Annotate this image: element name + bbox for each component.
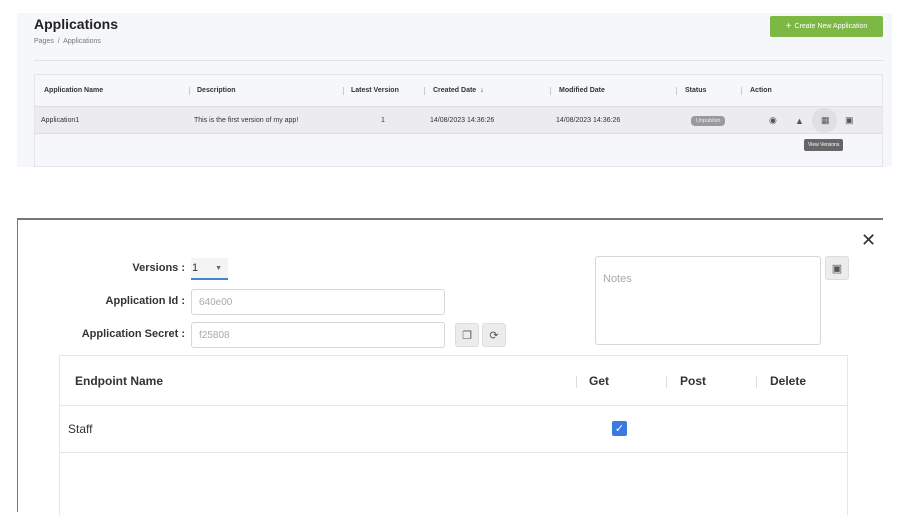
app-id-label: Application Id : — [105, 295, 185, 307]
cell-version: 1 — [381, 117, 385, 124]
table-row[interactable]: Application1 This is the first version o… — [35, 106, 882, 134]
header-post: Post — [680, 374, 707, 388]
graduation-cap-icon[interactable]: ▲ — [795, 107, 804, 134]
header-version[interactable]: Latest Version — [351, 75, 399, 106]
col-sep — [741, 87, 742, 95]
cell-name: Application1 — [41, 117, 80, 124]
save-button[interactable]: ▣ — [825, 256, 849, 280]
chevron-down-icon: ▼ — [215, 264, 222, 272]
cell-description: This is the first version of my app! — [194, 117, 299, 124]
search-icon[interactable]: ▣ — [845, 107, 854, 134]
col-sep — [189, 87, 190, 95]
col-sep — [666, 376, 667, 388]
header-modified[interactable]: Modified Date — [559, 75, 605, 106]
col-sep — [550, 87, 551, 95]
copy-button[interactable]: ❐ — [455, 323, 479, 347]
col-sep — [343, 87, 344, 95]
notes-textarea[interactable]: Notes — [595, 256, 821, 345]
applications-table: Application Name Description Latest Vers… — [34, 74, 883, 167]
endpoints-table: Endpoint Name Get Post Delete Staff ✓ — [59, 355, 848, 515]
regenerate-button[interactable]: ⟳ — [482, 323, 506, 347]
col-sep — [676, 87, 677, 95]
endpoint-name: Staff — [68, 422, 93, 436]
header-action: Action — [750, 87, 772, 94]
header-description[interactable]: Description — [197, 75, 236, 106]
divider — [34, 60, 883, 61]
applications-panel: Applications Pages / Applications + Creat… — [17, 13, 892, 167]
app-id-field[interactable]: 640e00 — [191, 289, 445, 315]
col-sep — [756, 376, 757, 388]
cell-modified: 14/08/2023 14:36:26 — [556, 117, 621, 124]
cell-created: 14/08/2023 14:36:26 — [430, 117, 495, 124]
get-checkbox[interactable]: ✓ — [612, 421, 627, 436]
view-icon[interactable]: ◉ — [769, 107, 777, 134]
copy-icon: ❐ — [462, 329, 472, 342]
header-status[interactable]: Status — [685, 75, 706, 106]
header-endpoint: Endpoint Name — [75, 374, 164, 388]
plus-icon: + — [785, 21, 792, 32]
sort-down-icon: ↓ — [480, 87, 484, 94]
header-delete: Delete — [770, 374, 807, 388]
header-get: Get — [589, 374, 610, 388]
header-name[interactable]: Application Name — [44, 75, 103, 106]
versions-modal: ✕ Versions : 1 ▼ Application Id : 640e00 … — [17, 218, 883, 515]
status-badge: Unpublish — [691, 115, 726, 126]
save-icon: ▣ — [831, 262, 843, 275]
create-application-button[interactable]: + Create New Application — [770, 16, 883, 37]
table-row: Staff ✓ — [60, 405, 847, 453]
refresh-icon: ⟳ — [489, 329, 499, 342]
view-versions-icon[interactable]: ▦ — [821, 107, 830, 134]
secret-label: Application Secret : — [81, 328, 185, 340]
tooltip: View Versions — [804, 139, 844, 151]
header-created[interactable]: Created Date ↓ — [433, 75, 484, 106]
versions-select[interactable]: 1 ▼ — [191, 258, 228, 280]
breadcrumb: Pages / Applications — [34, 38, 101, 45]
secret-field[interactable]: f25808 — [191, 322, 445, 348]
close-icon[interactable]: ✕ — [861, 230, 876, 251]
col-sep — [424, 87, 425, 95]
page-title: Applications — [34, 16, 119, 32]
col-sep — [576, 376, 577, 388]
versions-label: Versions : — [132, 262, 185, 274]
